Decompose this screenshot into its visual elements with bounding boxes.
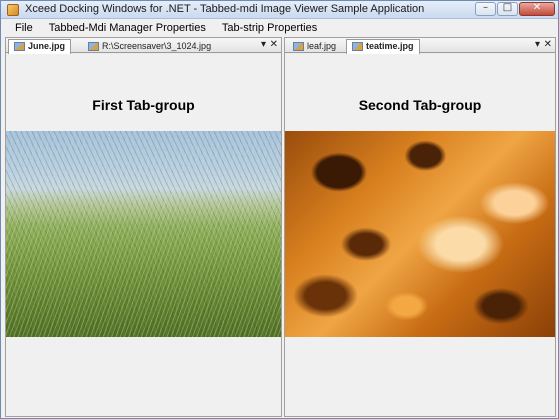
tab-label: June.jpg — [28, 41, 66, 51]
minimize-icon: – — [483, 2, 488, 13]
menu-tabbed-mdi-manager-properties[interactable]: Tabbed-Mdi Manager Properties — [41, 20, 214, 37]
tab-teatime-jpg[interactable]: teatime.jpg — [346, 39, 420, 54]
image-file-icon — [293, 42, 304, 51]
tab-list-dropdown-icon[interactable]: ▾ — [261, 39, 266, 50]
maximize-button[interactable]: □ — [497, 2, 518, 16]
close-button[interactable]: ✕ — [519, 2, 555, 16]
window-title: Xceed Docking Windows for .NET - Tabbed-… — [25, 3, 425, 15]
tab-label: R:\Screensaver\3_1024.jpg — [102, 41, 212, 51]
grass-field-image — [6, 131, 281, 337]
app-window: Xceed Docking Windows for .NET - Tabbed-… — [0, 0, 559, 419]
close-icon: ✕ — [532, 2, 542, 13]
image-file-icon — [88, 42, 99, 51]
tab-list-dropdown-icon[interactable]: ▾ — [535, 39, 540, 50]
menu-file[interactable]: File — [1, 20, 41, 37]
image-file-icon — [14, 42, 25, 51]
tab-label: leaf.jpg — [307, 41, 337, 51]
second-tab-group: leaf.jpg teatime.jpg ▾ ✕ Second Tab-grou… — [284, 37, 556, 417]
minimize-button[interactable]: – — [475, 2, 496, 16]
caption-buttons: – □ ✕ — [475, 2, 555, 16]
menu-bar: File Tabbed-Mdi Manager Properties Tab-s… — [1, 20, 558, 37]
document-view-teatime: Second Tab-group — [285, 54, 555, 416]
tab-june-jpg[interactable]: June.jpg — [8, 39, 72, 54]
document-view-june: First Tab-group — [6, 54, 281, 416]
tab-3-1024-jpg[interactable]: R:\Screensaver\3_1024.jpg — [82, 39, 217, 53]
tab-leaf-jpg[interactable]: leaf.jpg — [287, 39, 342, 53]
close-tab-icon[interactable]: ✕ — [544, 39, 552, 50]
group-heading: First Tab-group — [92, 97, 195, 113]
menu-tab-strip-properties[interactable]: Tab-strip Properties — [214, 20, 325, 37]
close-tab-icon[interactable]: ✕ — [270, 39, 278, 50]
tab-strip-first: June.jpg R:\Screensaver\3_1024.jpg ▾ ✕ — [6, 38, 281, 54]
group-heading: Second Tab-group — [358, 97, 482, 113]
image-file-icon — [352, 42, 363, 51]
app-icon — [7, 4, 19, 16]
title-bar[interactable]: Xceed Docking Windows for .NET - Tabbed-… — [1, 1, 558, 19]
first-tab-group: June.jpg R:\Screensaver\3_1024.jpg ▾ ✕ F… — [5, 37, 282, 417]
tab-strip-second: leaf.jpg teatime.jpg ▾ ✕ — [285, 38, 555, 54]
grass-texture — [6, 192, 281, 337]
maximize-icon: □ — [502, 2, 513, 13]
orange-texture-image — [285, 131, 555, 337]
tab-label: teatime.jpg — [366, 41, 414, 51]
